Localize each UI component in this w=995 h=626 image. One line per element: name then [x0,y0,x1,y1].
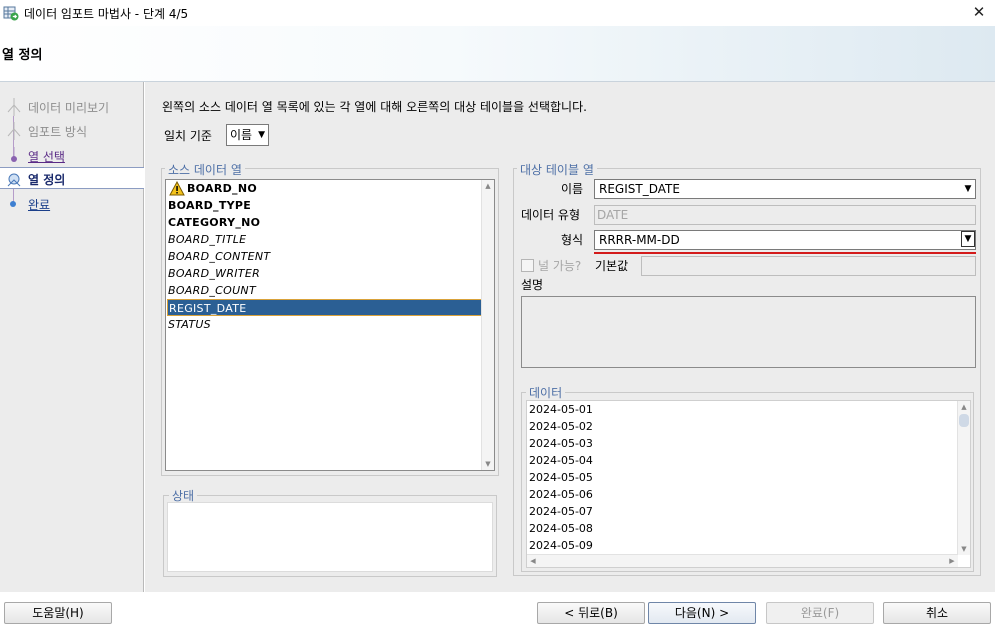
list-item[interactable]: BOARD_NO [167,180,483,197]
nullable-label: 널 가능? [538,259,582,273]
list-item-selected[interactable]: REGIST_DATE [167,299,483,316]
source-column-list[interactable]: BOARD_NO BOARD_TYPE CATEGORY_NO BOARD_TI… [165,179,495,471]
data-list-hscrollbar[interactable]: ◀ ▶ [527,554,958,567]
step-label: 완료 [28,198,51,212]
format-value: RRRR-MM-DD [599,233,680,247]
step-done-icon [7,122,21,140]
step-finish[interactable]: 완료 [0,193,144,215]
close-icon[interactable]: ✕ [969,2,989,22]
target-name-label: 이름 [561,182,584,196]
warning-icon [169,181,185,196]
list-item[interactable]: CATEGORY_NO [167,214,483,231]
data-title: 데이터 [526,384,566,401]
match-value: 이름 [230,128,253,142]
scroll-right-icon[interactable]: ▶ [946,555,958,567]
target-name-value: REGIST_DATE [599,182,680,196]
highlight-underline [594,252,976,254]
step-import-method: 임포트 방식 [0,120,144,142]
list-item[interactable]: BOARD_TITLE [167,231,483,248]
wizard-steps: 데이터 미리보기 임포트 방식 열 선택 열 정의 완료 [0,82,144,592]
default-label: 기본값 [595,259,629,273]
next-button[interactable]: 다음(N) > [648,602,756,624]
title-bar: 데이터 임포트 마법사 - 단계 4/5 ✕ [0,0,995,26]
page-title: 열 정의 [2,48,43,63]
nullable-checkbox[interactable] [521,259,534,272]
main-panel: 왼쪽의 소스 데이터 열 목록에 있는 각 열에 대해 오른쪽의 대상 테이블을… [145,82,995,592]
description-field [521,296,976,368]
scroll-up-icon[interactable]: ▲ [482,180,494,192]
window-title: 데이터 임포트 마법사 - 단계 4/5 [24,7,189,21]
list-item: 2024-05-08 [529,522,593,535]
instruction-text: 왼쪽의 소스 데이터 열 목록에 있는 각 열에 대해 오른쪽의 대상 테이블을… [162,100,587,114]
list-item: 2024-05-09 [529,539,593,552]
step-label: 열 정의 [28,173,66,187]
chevron-down-icon: ▼ [258,130,265,140]
scroll-down-icon[interactable]: ▼ [958,543,970,555]
step-label: 열 선택 [28,150,65,164]
source-columns-title: 소스 데이터 열 [165,161,245,178]
step-column-define[interactable]: 열 정의 [0,167,144,189]
data-preview-list[interactable]: 2024-05-01 2024-05-02 2024-05-03 2024-05… [526,400,971,568]
list-item: 2024-05-03 [529,437,593,450]
format-label: 형식 [561,233,584,247]
button-bar: 도움말(H) < 뒤로(B) 다음(N) > 완료(F) 취소 [0,592,995,626]
help-button[interactable]: 도움말(H) [4,602,112,624]
finish-button[interactable]: 완료(F) [766,602,874,624]
list-item[interactable]: BOARD_COUNT [167,282,483,299]
step-column-select[interactable]: 열 선택 [0,145,144,167]
list-item: 2024-05-01 [529,403,593,416]
step-label: 데이터 미리보기 [28,101,110,115]
list-item: 2024-05-06 [529,488,593,501]
list-item[interactable]: BOARD_CONTENT [167,248,483,265]
step-label: 임포트 방식 [28,125,88,139]
source-list-scrollbar[interactable]: ▲ ▼ [481,180,494,470]
list-item: 2024-05-04 [529,454,593,467]
scroll-down-icon[interactable]: ▼ [482,458,494,470]
format-select[interactable]: RRRR-MM-DD ▼ [594,230,976,250]
scroll-left-icon[interactable]: ◀ [527,555,539,567]
list-item: 2024-05-02 [529,420,593,433]
step-done-icon [7,98,21,116]
data-type-label: 데이터 유형 [521,208,581,222]
step-data-preview: 데이터 미리보기 [0,96,144,118]
back-button[interactable]: < 뒤로(B) [537,602,645,624]
target-name-select[interactable]: REGIST_DATE ▼ [594,179,976,199]
status-box [167,502,493,572]
list-item[interactable]: BOARD_WRITER [167,265,483,282]
list-item: 2024-05-05 [529,471,593,484]
step-current-icon [7,173,21,187]
match-label: 일치 기준 [164,129,212,143]
list-item[interactable]: BOARD_TYPE [167,197,483,214]
chevron-down-icon: ▼ [964,184,972,194]
match-select[interactable]: 이름 ▼ [226,124,269,146]
app-icon [3,6,19,21]
description-label: 설명 [521,278,544,292]
data-list-vscrollbar[interactable]: ▲ ▼ [957,401,970,555]
data-type-field: DATE [594,205,976,225]
cancel-button[interactable]: 취소 [883,602,991,624]
target-columns-title: 대상 테이블 열 [517,161,597,178]
list-item[interactable]: STATUS [167,316,483,333]
scroll-thumb[interactable] [959,414,969,427]
page-banner: 열 정의 [0,26,995,82]
step-pending-icon [10,201,16,207]
list-item: 2024-05-07 [529,505,593,518]
step-visited-icon [11,147,17,162]
chevron-down-icon: ▼ [961,231,975,247]
scroll-up-icon[interactable]: ▲ [958,401,970,413]
default-value-field [641,256,976,276]
